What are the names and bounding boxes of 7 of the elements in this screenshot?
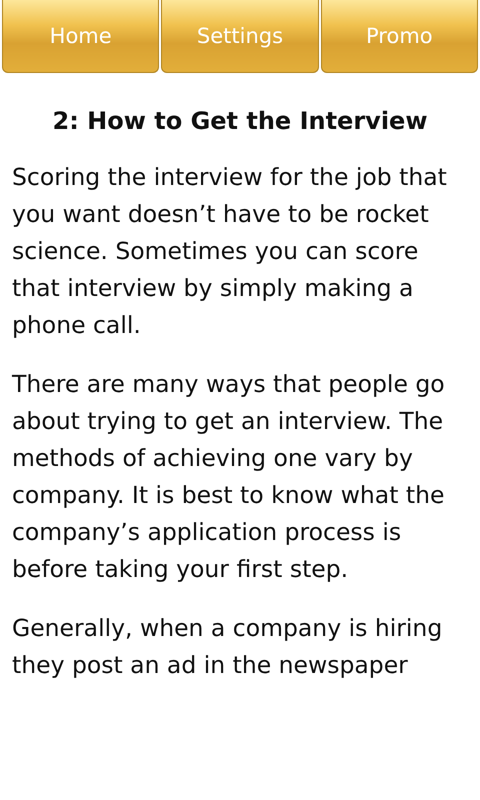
tab-button[interactable]: Settings: [161, 0, 319, 73]
article-paragraph: There are many ways that people go about trying to get an interview. The methods of achieving one vary by company. It is best to know what the company’s application process is before taking your first step.: [11, 369, 446, 585]
tab-button[interactable]: Home: [2, 0, 160, 73]
article-title: 2: How to Get the Interview: [52, 107, 428, 135]
article-paragraph: Scoring the interview for the job that you want doesn’t have to be rocket science. Sometimes you can score that interview by simply making a phone call.: [11, 162, 448, 341]
tab-button[interactable]: Promo: [320, 0, 478, 73]
article-paragraph: Generally, when a company is hiring they post an ad in the newspaper: [11, 613, 444, 681]
